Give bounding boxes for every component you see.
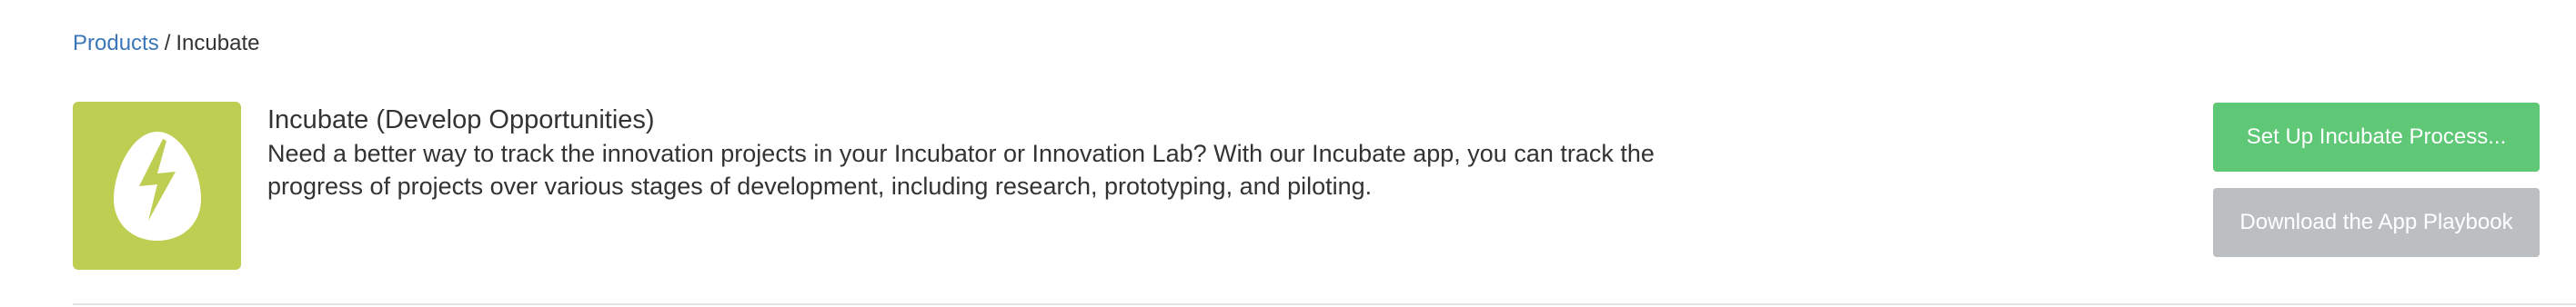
app-tile	[73, 102, 241, 270]
breadcrumb-products-link[interactable]: Products	[73, 31, 159, 55]
lightning-egg-icon	[112, 130, 203, 243]
divider	[73, 303, 2576, 305]
set-up-process-button[interactable]: Set Up Incubate Process...	[2213, 103, 2540, 172]
product-info: Incubate (Develop Opportunities) Need a …	[267, 103, 1723, 203]
product-page: Products / Incubate Incubate (Develop Oppo…	[0, 0, 2576, 307]
product-description: Need a better way to track the innovatio…	[267, 140, 1655, 200]
breadcrumb-separator: /	[164, 31, 171, 55]
breadcrumb: Products / Incubate	[73, 29, 259, 58]
product-title: Incubate (Develop Opportunities)	[267, 105, 655, 134]
breadcrumb-current: Incubate	[176, 31, 260, 55]
download-playbook-button[interactable]: Download the App Playbook	[2213, 188, 2540, 257]
